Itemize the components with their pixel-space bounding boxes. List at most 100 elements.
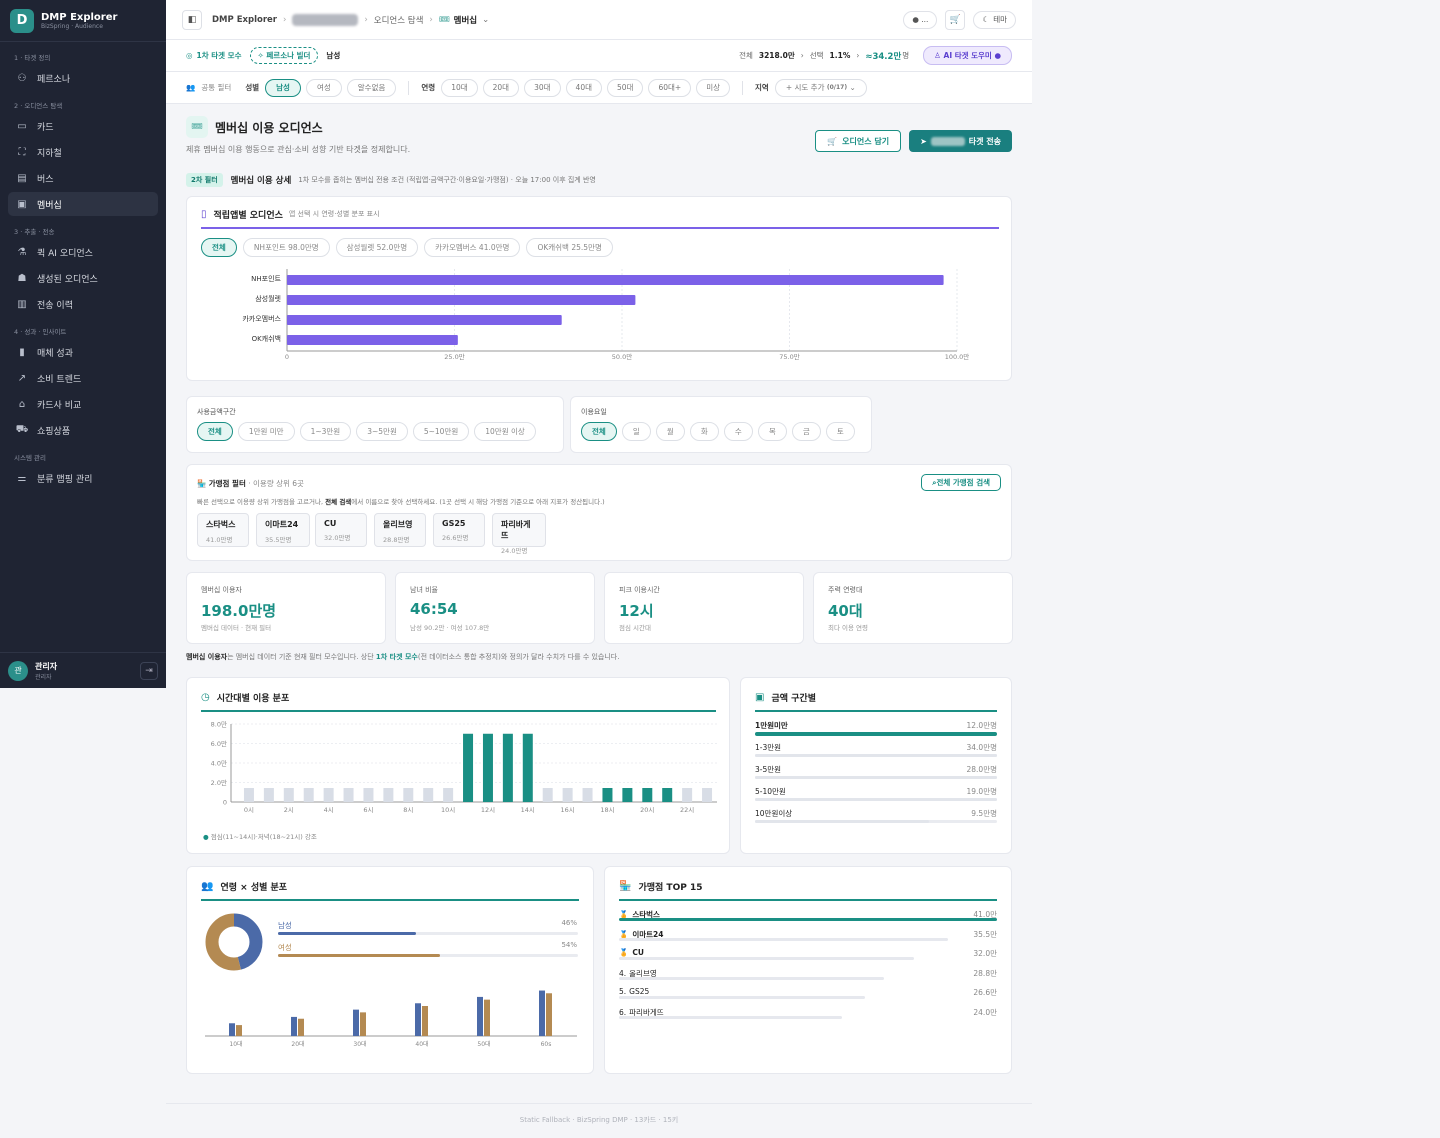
sidebar-item[interactable]: ⚌ 분류 맵핑 관리	[8, 466, 158, 490]
age-bar[interactable]	[415, 1003, 421, 1036]
hour-bar[interactable]	[562, 788, 573, 802]
hour-bar[interactable]	[263, 788, 274, 802]
filter-chip[interactable]: 일	[621, 422, 651, 441]
hour-bar[interactable]	[423, 788, 434, 802]
save-audience-button[interactable]: 🛒 오디언스 담기	[815, 130, 902, 152]
hour-bar[interactable]	[383, 788, 394, 802]
filter-chip[interactable]: 3~5만원	[356, 422, 408, 441]
filter-chip[interactable]: NH포인트 98.0만명	[242, 238, 330, 257]
hour-bar[interactable]	[582, 788, 593, 802]
hour-bar[interactable]	[283, 788, 294, 802]
add-region-button[interactable]: + 시도 추가 (0/17) ⌄	[774, 78, 867, 97]
send-target-button[interactable]: ➤ 타겟 전송	[909, 130, 1012, 152]
ai-target-button[interactable]: ♙ AI 타겟 도우미 ●	[923, 46, 1012, 65]
age-bar[interactable]	[229, 1023, 235, 1036]
store-chip[interactable]: GS25 26.6만명	[433, 513, 485, 547]
breadcrumb-current[interactable]: 멤버십	[454, 14, 477, 26]
logout-button[interactable]: ⇥	[140, 661, 158, 680]
filter-chip[interactable]: 월	[655, 422, 685, 441]
age-bar[interactable]	[539, 990, 545, 1036]
age-bar[interactable]	[236, 1025, 242, 1036]
filter-chip[interactable]: 5~10만원	[412, 422, 470, 441]
breadcrumb-home[interactable]: DMP Explorer	[212, 15, 277, 25]
sidebar-item[interactable]: ⛶ 지하철	[8, 140, 158, 164]
filter-chip[interactable]: 30대	[524, 78, 561, 97]
filter-chip[interactable]: 알수없음	[346, 78, 397, 97]
hour-bar[interactable]	[502, 733, 513, 802]
filter-chip[interactable]: 10만원 이상	[474, 422, 536, 441]
store-chip[interactable]: 이마트24 35.5만명	[256, 513, 310, 547]
age-bar[interactable]	[546, 993, 552, 1036]
sidebar-item[interactable]: ↗ 소비 트렌드	[8, 366, 158, 390]
hour-bar[interactable]	[682, 788, 693, 802]
filter-chip[interactable]: 50대	[607, 78, 644, 97]
filter-chip[interactable]: OK캐쉬백 25.5만명	[526, 238, 613, 257]
cart-button[interactable]: 🛒	[945, 9, 966, 30]
persona-builder-button[interactable]: ✧ 페르소나 빌더	[249, 47, 319, 64]
sidebar-item[interactable]: ⚗ 퀵 AI 오디언스	[8, 240, 158, 264]
filter-chip[interactable]: 40대	[565, 78, 602, 97]
avatar[interactable]: 관	[8, 660, 28, 681]
age-bar[interactable]	[360, 1012, 366, 1036]
sidebar-item[interactable]: ▥ 전송 이력	[8, 292, 158, 316]
store-chip[interactable]: 파리바게뜨 24.0만명	[492, 513, 546, 555]
theme-button[interactable]: ☾ 테마	[973, 10, 1016, 29]
hour-bar[interactable]	[243, 788, 254, 802]
status-pill[interactable]: ● ...	[903, 10, 938, 29]
filter-chip[interactable]: 60대+	[648, 78, 692, 97]
filter-chip[interactable]: 전체	[581, 422, 617, 441]
hour-bar[interactable]	[522, 733, 533, 802]
sidebar-item[interactable]: ⛟ 쇼핑상품	[8, 418, 158, 442]
filter-chip[interactable]: 목	[757, 422, 787, 441]
brand[interactable]: D DMP Explorer BizSpring · Audience	[0, 0, 166, 42]
sidebar-item[interactable]: ▮ 매체 성과	[8, 340, 158, 364]
hour-bar[interactable]	[303, 788, 314, 802]
hour-bar[interactable]	[323, 788, 334, 802]
store-search-button[interactable]: ⌕ 전체 가맹점 검색	[921, 474, 1001, 491]
hour-bar[interactable]	[702, 788, 713, 802]
hour-bar[interactable]	[642, 788, 653, 802]
sidebar-item[interactable]: ▤ 버스	[8, 166, 158, 190]
hour-bar[interactable]	[463, 733, 474, 802]
app-bar[interactable]	[287, 315, 562, 325]
app-bar[interactable]	[287, 275, 944, 285]
store-chip[interactable]: 올리브영 28.8만명	[374, 513, 426, 547]
hour-bar[interactable]	[622, 788, 633, 802]
sidebar-item[interactable]: ▣ 멤버십	[8, 192, 158, 216]
hour-bar[interactable]	[662, 788, 673, 802]
hour-bar[interactable]	[343, 788, 354, 802]
filter-chip[interactable]: 20대	[482, 78, 520, 97]
filter-chip[interactable]: 남성	[265, 78, 301, 97]
filter-chip[interactable]: 미상	[696, 78, 730, 97]
filter-chip[interactable]: 카카오멤버스 41.0만명	[424, 238, 521, 257]
age-bar[interactable]	[298, 1018, 304, 1036]
hour-bar[interactable]	[443, 788, 454, 802]
filter-chip[interactable]: 여성	[305, 78, 342, 97]
sidebar-item[interactable]: ⌂ 카드사 비교	[8, 392, 158, 416]
hour-bar[interactable]	[482, 733, 493, 802]
store-chip[interactable]: CU 32.0만명	[315, 513, 367, 547]
hour-bar[interactable]	[403, 788, 414, 802]
filter-chip[interactable]: 화	[689, 422, 719, 441]
filter-chip[interactable]: 10대	[441, 78, 478, 97]
filter-chip[interactable]: 1만원 미만	[237, 422, 295, 441]
filter-chip[interactable]: 수	[723, 422, 753, 441]
filter-chip[interactable]: 1~3만원	[299, 422, 352, 441]
chevron-down-icon[interactable]: ⌄	[482, 15, 489, 25]
hour-bar[interactable]	[602, 788, 613, 802]
sidebar-toggle-button[interactable]: ◧	[182, 9, 202, 30]
hour-bar[interactable]	[363, 788, 374, 802]
age-bar[interactable]	[477, 996, 483, 1036]
age-bar[interactable]	[484, 999, 490, 1036]
filter-chip[interactable]: 전체	[197, 422, 233, 441]
age-bar[interactable]	[422, 1006, 428, 1036]
filter-chip[interactable]: 토	[825, 422, 855, 441]
filter-chip[interactable]: 삼성월렛 52.0만명	[335, 238, 419, 257]
app-bar[interactable]	[287, 335, 458, 345]
breadcrumb-explore[interactable]: 오디언스 탐색	[374, 14, 424, 26]
age-bar[interactable]	[353, 1009, 359, 1036]
filter-chip[interactable]: 금	[791, 422, 821, 441]
sidebar-item[interactable]: ☗ 생성된 오디언스	[8, 266, 158, 290]
app-bar[interactable]	[287, 295, 636, 305]
sidebar-item[interactable]: ▭ 카드	[8, 114, 158, 138]
